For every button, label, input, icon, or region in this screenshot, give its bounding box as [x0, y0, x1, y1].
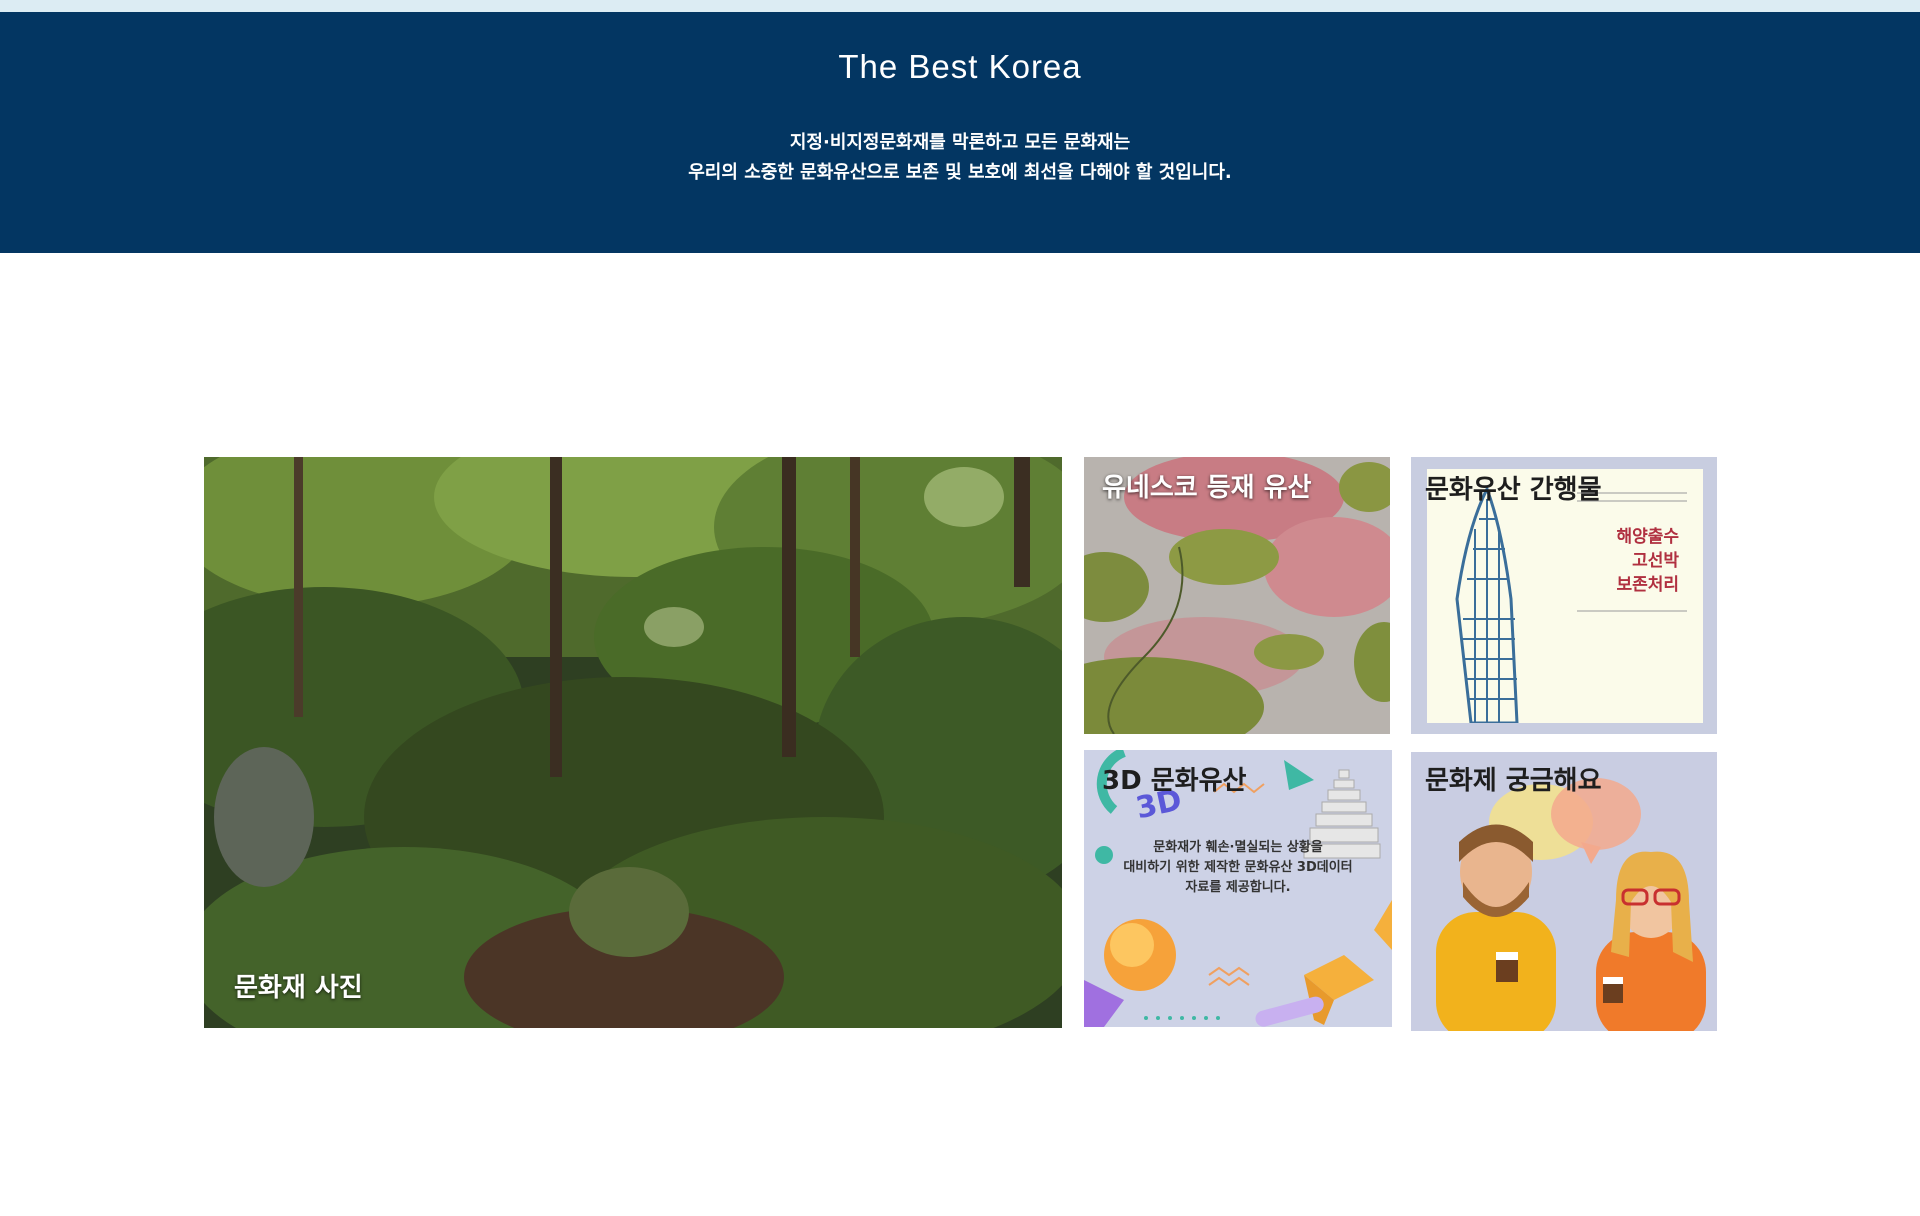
3d-description-line-1: 문화재가 훼손·멸실되는 상황을 — [1153, 840, 1323, 855]
publication-cover-title-1: 해양출수 — [1616, 527, 1679, 547]
tile-label-3d-heritage: 3D 문화유산 — [1102, 766, 1247, 796]
publication-cover: 해양출수 고선박 보존처리 — [1427, 469, 1703, 723]
top-strip — [0, 0, 1920, 12]
3d-description-line-2: 대비하기 위한 제작한 문화유산 3D데이터 — [1123, 860, 1353, 875]
hero-description-line-2: 우리의 소중한 문화유산으로 보존 및 보호에 최선을 다해야 할 것입니다. — [688, 162, 1232, 183]
tile-label-heritage-photos: 문화재 사진 — [234, 973, 363, 1003]
forest-photo-image — [204, 457, 1062, 1028]
tile-heritage-photos[interactable]: 문화재 사진 — [204, 457, 1062, 1028]
tile-label-heritage-faq: 문화제 궁금해요 — [1425, 766, 1602, 796]
hero-title: The Best Korea — [838, 48, 1082, 85]
tile-heritage-publications[interactable]: 해양출수 고선박 보존처리 문화유산 간행물 — [1411, 457, 1717, 734]
tile-label-heritage-publications: 문화유산 간행물 — [1425, 475, 1602, 505]
hero-banner: The Best Korea 지정·비지정문화재를 막론하고 모든 문화재는 우… — [0, 12, 1920, 253]
3d-description-line-3: 자료를 제공합니다. — [1185, 880, 1291, 895]
publication-cover-title-2: 고선박 — [1632, 551, 1679, 571]
tile-label-unesco-heritage: 유네스코 등재 유산 — [1102, 473, 1312, 503]
3d-heritage-description: 문화재가 훼손·멸실되는 상황을 대비하기 위한 제작한 문화유산 3D데이터 … — [1104, 838, 1372, 898]
tile-3d-heritage[interactable]: 3D 3D 문화유산 문화재가 훼손·멸실되는 상황을 대비하기 위한 제작한 … — [1084, 750, 1392, 1027]
hero-description-line-1: 지정·비지정문화재를 막론하고 모든 문화재는 — [789, 132, 1131, 153]
tile-heritage-faq[interactable]: 문화제 궁금해요 — [1411, 752, 1717, 1031]
publication-cover-title-3: 보존처리 — [1616, 575, 1679, 595]
tile-unesco-heritage[interactable]: 유네스코 등재 유산 — [1084, 457, 1390, 734]
